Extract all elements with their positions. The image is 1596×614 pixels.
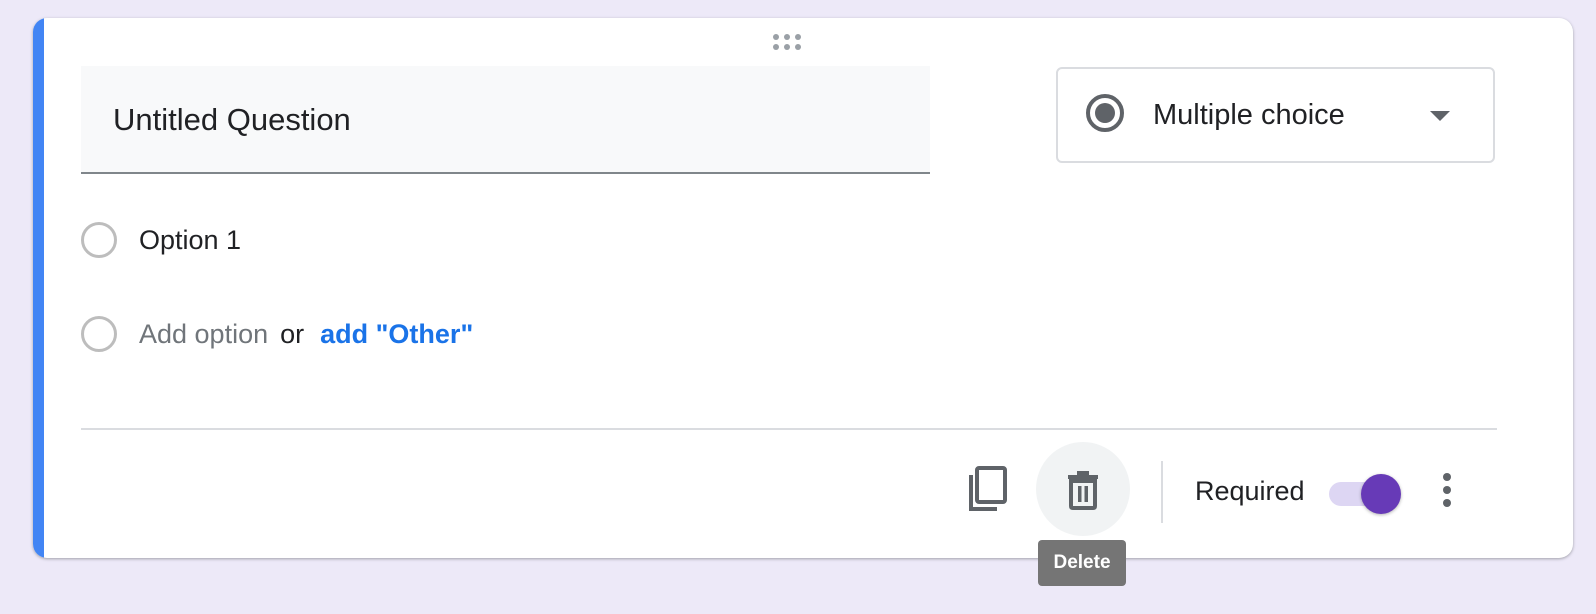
delete-button[interactable]: [1036, 442, 1130, 536]
more-vert-icon: [1443, 473, 1451, 507]
add-option-row: Add option or add "Other": [81, 313, 473, 355]
question-title-input[interactable]: [113, 96, 893, 144]
content-copy-icon: [969, 466, 1007, 511]
radio-button-unchecked-icon: [81, 316, 117, 352]
footer-divider: [81, 428, 1497, 430]
add-option-input[interactable]: Add option: [139, 319, 268, 350]
question-type-dropdown[interactable]: Multiple choice: [1056, 67, 1495, 163]
arrow-drop-down-icon: [1430, 111, 1450, 121]
radio-button-checked-icon: [1086, 94, 1124, 132]
more-options-button[interactable]: [1427, 464, 1467, 516]
required-label: Required: [1195, 476, 1305, 506]
question-card: Multiple choice Option 1 Add option or a…: [33, 18, 1573, 558]
question-type-label: Multiple choice: [1153, 99, 1345, 131]
active-card-indicator: [33, 18, 44, 558]
radio-button-unchecked-icon: [81, 222, 117, 258]
question-title-field[interactable]: [81, 66, 930, 174]
or-text: or: [280, 318, 305, 349]
delete-tooltip: Delete: [1038, 540, 1126, 586]
add-other-link[interactable]: add "Other": [320, 319, 473, 350]
trash-icon: [1068, 471, 1098, 510]
toggle-knob: [1361, 474, 1401, 514]
footer-vertical-divider: [1161, 461, 1163, 523]
option-label[interactable]: Option 1: [139, 225, 241, 256]
option-row: Option 1: [81, 219, 241, 261]
required-toggle[interactable]: [1327, 474, 1405, 514]
drag-handle-icon[interactable]: [773, 34, 807, 52]
duplicate-button[interactable]: [940, 442, 1034, 536]
